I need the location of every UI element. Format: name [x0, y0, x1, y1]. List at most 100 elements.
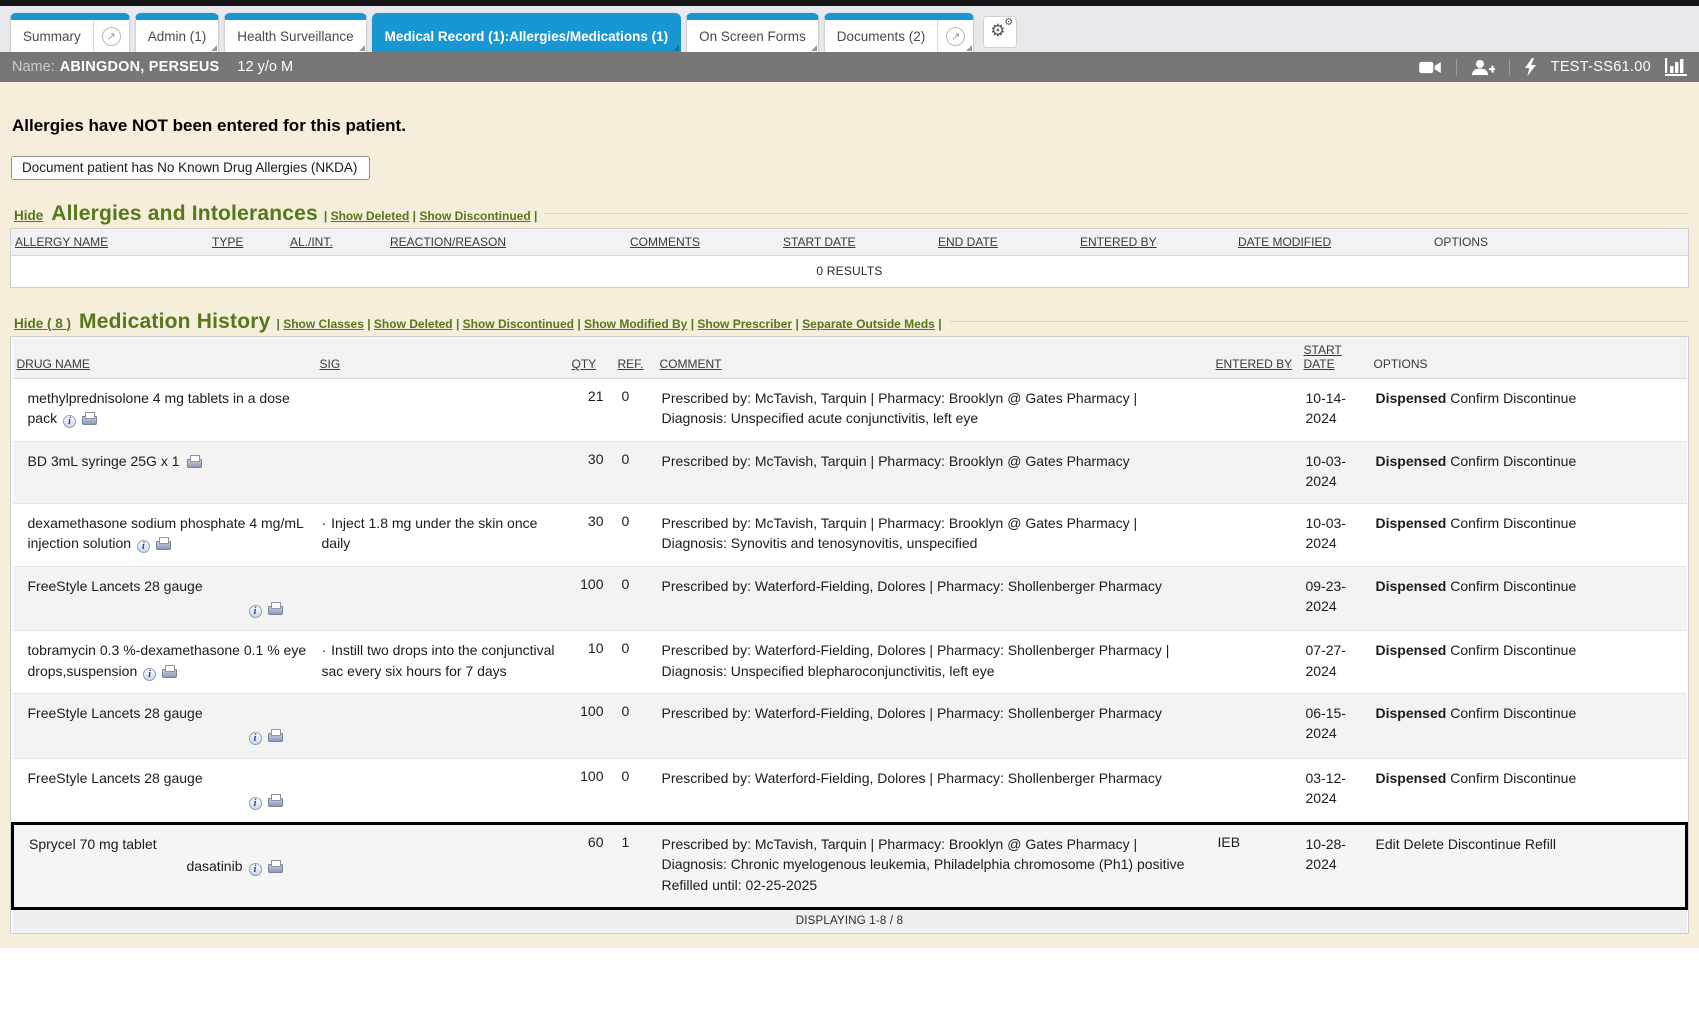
options-cell: Edit Delete Discontinue Refill	[1370, 824, 1687, 909]
tab-documents-2[interactable]: Documents (2)↗	[824, 13, 975, 52]
allergies-section-links: | Show Deleted | Show Discontinued |	[324, 209, 537, 223]
print-icon[interactable]	[267, 860, 282, 873]
medication-row: tobramycin 0.3 %-dexamethasone 0.1 % eye…	[13, 631, 1687, 694]
column-header[interactable]: COMMENT	[660, 357, 722, 371]
dispensed-status: Dispensed	[1376, 705, 1447, 721]
start-date-value: 10-03-2024	[1300, 441, 1370, 504]
section-link[interactable]: Show Classes	[283, 317, 364, 331]
lightning-icon[interactable]	[1524, 58, 1537, 76]
column-header[interactable]: REACTION/REASON	[390, 235, 506, 249]
drug-icons	[183, 453, 201, 469]
section-link[interactable]: Show Discontinued	[463, 317, 574, 331]
comment-text: Prescribed by: McTavish, Tarquin | Pharm…	[662, 513, 1206, 554]
column-header[interactable]: ENTERED BY	[1216, 357, 1293, 371]
entered-by-value	[1212, 379, 1300, 442]
generic-drug-name: dasatinib	[186, 858, 242, 874]
tab-health-surveillance[interactable]: Health Surveillance	[224, 13, 366, 52]
option-actions[interactable]: Confirm Discontinue	[1450, 390, 1576, 406]
option-actions[interactable]: Confirm Discontinue	[1450, 515, 1576, 531]
print-icon[interactable]	[267, 602, 282, 615]
column-header[interactable]: START DATE	[1304, 343, 1342, 371]
print-icon[interactable]	[161, 665, 176, 678]
section-link[interactable]: Show Modified By	[584, 317, 687, 331]
option-actions[interactable]: Confirm Discontinue	[1450, 642, 1576, 658]
medications-hide-link[interactable]: Hide ( 8 )	[14, 316, 71, 331]
add-person-icon[interactable]	[1471, 59, 1495, 76]
allergies-hide-link[interactable]: Hide	[14, 208, 43, 223]
column-header[interactable]: SIG	[320, 357, 341, 371]
column-header[interactable]: ALLERGY NAME	[15, 235, 108, 249]
sig-bullet: ·	[322, 642, 327, 658]
entered-by-value	[1212, 693, 1300, 758]
info-icon[interactable]	[249, 605, 262, 618]
refills-value: 0	[614, 631, 656, 694]
column-header[interactable]: DRUG NAME	[17, 357, 90, 371]
refills-value: 0	[614, 441, 656, 504]
section-link[interactable]: Show Prescriber	[697, 317, 792, 331]
medication-row: methylprednisolone 4 mg tablets in a dos…	[13, 379, 1687, 442]
column-header[interactable]: END DATE	[938, 235, 998, 249]
info-icon[interactable]	[249, 797, 262, 810]
section-link[interactable]: Show Discontinued	[419, 209, 530, 223]
column-header[interactable]: ENTERED BY	[1080, 235, 1157, 249]
print-icon[interactable]	[267, 729, 282, 742]
medications-section-links: | Show Classes | Show Deleted | Show Dis…	[276, 317, 941, 331]
info-icon[interactable]	[137, 540, 150, 553]
section-link[interactable]: Separate Outside Meds	[802, 317, 935, 331]
arrow-up-right-icon: ↗	[102, 27, 121, 46]
video-camera-icon[interactable]	[1419, 60, 1442, 75]
section-link[interactable]: Show Deleted	[331, 209, 410, 223]
settings-gears-button[interactable]	[983, 16, 1017, 48]
entered-by-value	[1212, 758, 1300, 824]
tab-summary[interactable]: Summary ↗	[10, 13, 130, 52]
section-link[interactable]: Show Deleted	[374, 317, 453, 331]
dispensed-status: Dispensed	[1376, 642, 1447, 658]
option-actions[interactable]: Confirm Discontinue	[1450, 770, 1576, 786]
bar-chart-icon[interactable]	[1665, 58, 1687, 76]
allergies-section-title: Allergies and Intolerances	[51, 202, 318, 226]
qty-value: 30	[568, 504, 614, 567]
entered-by-value	[1212, 504, 1300, 567]
info-icon[interactable]	[143, 668, 156, 681]
tab-label: On Screen Forms	[687, 20, 818, 52]
column-header[interactable]: AL./INT.	[290, 235, 333, 249]
drug-name: FreeStyle Lancets 28 gauge	[28, 578, 203, 594]
medication-row: dexamethasone sodium phosphate 4 mg/mL i…	[13, 504, 1687, 567]
drug-icons	[247, 600, 282, 616]
info-icon[interactable]	[249, 732, 262, 745]
column-header[interactable]: DATE MODIFIED	[1238, 235, 1331, 249]
dispensed-status: Dispensed	[1376, 770, 1447, 786]
drug-name: BD 3mL syringe 25G x 1	[28, 453, 184, 469]
tab-on-screen-forms[interactable]: On Screen Forms	[686, 13, 819, 52]
option-actions[interactable]: Confirm Discontinue	[1450, 705, 1576, 721]
start-date-value: 09-23-2024	[1300, 566, 1370, 631]
column-header[interactable]: COMMENTS	[630, 235, 700, 249]
open-in-new-icon[interactable]: ↗	[93, 20, 129, 52]
medications-section-header: Hide ( 8 ) Medication History | Show Cla…	[14, 310, 1687, 334]
column-header[interactable]: QTY	[572, 357, 597, 371]
drug-name: Sprycel 70 mg tablet	[29, 836, 157, 852]
print-icon[interactable]	[81, 412, 96, 425]
info-icon[interactable]	[63, 415, 76, 428]
column-header: OPTIONS	[1374, 357, 1428, 371]
allergies-table: ALLERGY NAME TYPE AL./INT. REACTION/REASON C…	[11, 229, 1688, 287]
option-actions[interactable]: Confirm Discontinue	[1450, 453, 1576, 469]
column-header[interactable]: TYPE	[212, 235, 243, 249]
info-icon[interactable]	[249, 863, 262, 876]
column-header[interactable]: REF.	[618, 357, 644, 371]
start-date-value: 07-27-2024	[1300, 631, 1370, 694]
tab-admin-1[interactable]: Admin (1)	[135, 13, 220, 52]
tab-medical-record-1-allergies-medications-1[interactable]: Medical Record (1):Allergies/Medications…	[372, 13, 682, 52]
print-icon[interactable]	[267, 794, 282, 807]
option-actions[interactable]: Edit Delete Discontinue Refill	[1376, 836, 1557, 852]
nkda-document-button[interactable]: Document patient has No Known Drug Aller…	[11, 156, 370, 180]
qty-value: 21	[568, 379, 614, 442]
tab-label: Summary	[11, 20, 93, 52]
column-header[interactable]: START DATE	[783, 235, 855, 249]
medications-section-title: Medication History	[79, 310, 270, 334]
print-icon[interactable]	[186, 455, 201, 468]
no-allergies-notice: Allergies have NOT been entered for this…	[12, 116, 1689, 136]
options-cell: Dispensed Confirm Discontinue	[1370, 566, 1687, 631]
print-icon[interactable]	[155, 537, 170, 550]
option-actions[interactable]: Confirm Discontinue	[1450, 578, 1576, 594]
